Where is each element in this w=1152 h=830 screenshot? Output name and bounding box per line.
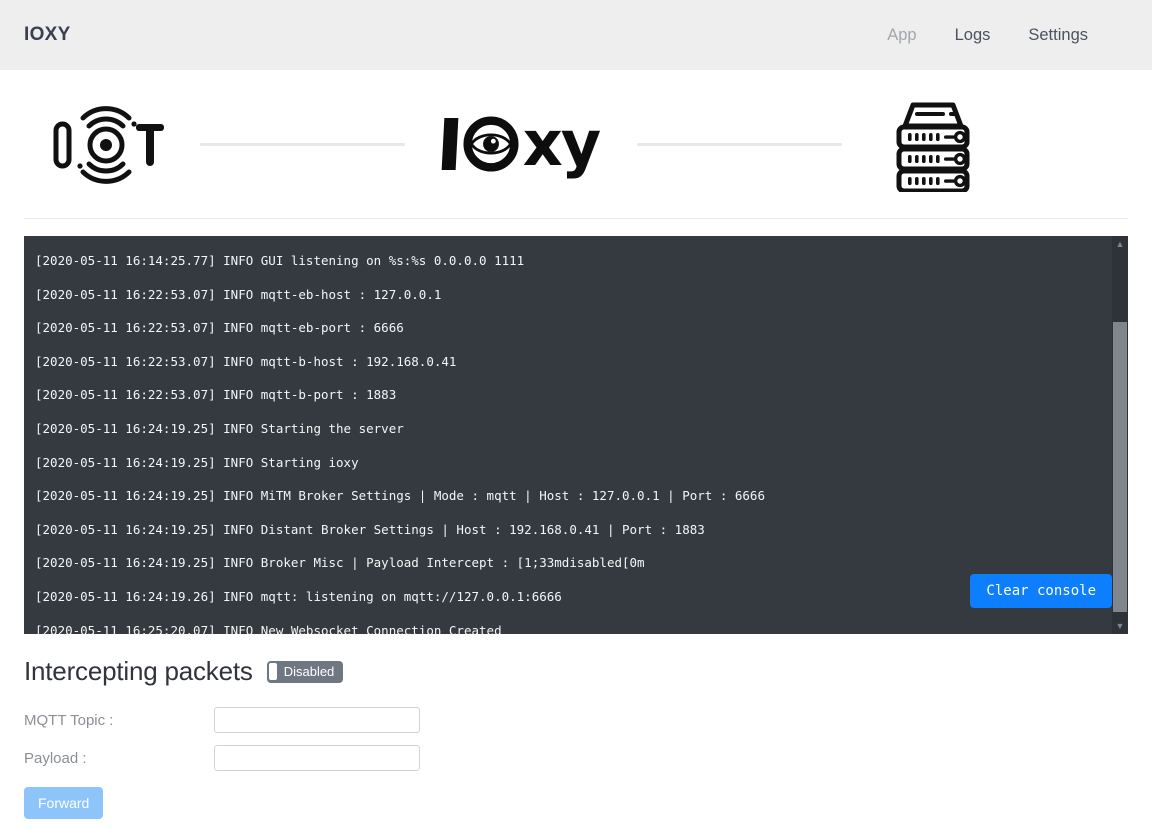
console-log-line: [2020-05-11 16:22:53.07] INFO mqtt-b-por… — [35, 387, 397, 403]
scroll-up-arrow-icon[interactable]: ▲ — [1112, 236, 1128, 252]
nav-link-logs[interactable]: Logs — [955, 26, 991, 45]
mqtt-topic-label: MQTT Topic : — [24, 711, 114, 729]
intercepting-packets-section: Intercepting packets Disabled MQTT Topic… — [24, 656, 1128, 819]
ioxy-logo-eye-icon — [463, 116, 519, 172]
clear-console-button[interactable]: Clear console — [970, 574, 1112, 608]
connector-line-right — [637, 142, 842, 146]
toggle-knob-icon — [268, 663, 277, 680]
console-log-line: [2020-05-11 16:22:53.07] INFO mqtt-eb-ho… — [35, 286, 442, 302]
ioxy-logo: xy — [411, 113, 631, 175]
server-rack-icon — [848, 96, 1018, 192]
intercept-form: MQTT Topic : Payload : Forward — [24, 701, 1128, 819]
intercept-header: Intercepting packets Disabled — [24, 656, 1128, 687]
console-log-line: [2020-05-11 16:22:53.07] INFO mqtt-b-hos… — [35, 353, 457, 369]
ioxy-logo-i-bar — [441, 118, 459, 170]
scroll-down-arrow-icon[interactable]: ▼ — [1112, 618, 1128, 634]
console-log-line: [2020-05-11 16:25:20.07] INFO New Websoc… — [35, 622, 502, 634]
nav-link-app[interactable]: App — [887, 26, 916, 45]
toggle-state-label: Disabled — [283, 664, 335, 679]
section-divider — [24, 218, 1128, 219]
scrollbar-thumb[interactable] — [1113, 322, 1127, 612]
console-log-line: [2020-05-11 16:14:25.77] INFO GUI listen… — [35, 253, 525, 268]
payload-row: Payload : — [24, 739, 1128, 777]
brand-logo-text[interactable]: IOXY — [24, 24, 71, 46]
top-navbar: IOXY App Logs Settings — [0, 0, 1152, 70]
console-log-line: [2020-05-11 16:24:19.25] INFO Starting i… — [35, 454, 359, 470]
console-log-line: [2020-05-11 16:24:19.26] INFO mqtt: list… — [35, 588, 562, 604]
forward-button[interactable]: Forward — [24, 787, 104, 819]
console-log-line: [2020-05-11 16:22:53.07] INFO mqtt-eb-po… — [35, 320, 404, 336]
payload-label: Payload : — [24, 749, 87, 767]
console-log-line: [2020-05-11 16:24:19.25] INFO Starting t… — [35, 420, 404, 436]
intercept-toggle[interactable]: Disabled — [266, 660, 344, 683]
payload-input[interactable] — [214, 745, 420, 771]
console-log-line: [2020-05-11 16:24:19.25] INFO MiTM Broke… — [35, 488, 765, 504]
console-panel: [2020-05-11 16:14:25.77] INFO GUI listen… — [24, 236, 1128, 634]
intercept-title: Intercepting packets — [24, 656, 253, 686]
mqtt-topic-row: MQTT Topic : — [24, 701, 1128, 739]
nav-links: App Logs Settings — [887, 26, 1128, 45]
console-log-line: [2020-05-11 16:24:19.25] INFO Broker Mis… — [35, 555, 645, 571]
mqtt-topic-input[interactable] — [214, 707, 420, 733]
nav-link-settings[interactable]: Settings — [1028, 26, 1088, 45]
console-output[interactable]: [2020-05-11 16:14:25.77] INFO GUI listen… — [24, 236, 1128, 634]
console-scrollbar[interactable]: ▲ ▼ — [1112, 236, 1128, 634]
ioxy-logo-xy-text: xy — [522, 107, 601, 180]
architecture-diagram: xy — [0, 70, 1152, 218]
connector-line-left — [200, 142, 405, 146]
iot-device-icon — [24, 98, 194, 190]
console-log-line: [2020-05-11 16:24:19.25] INFO Distant Br… — [35, 521, 705, 537]
